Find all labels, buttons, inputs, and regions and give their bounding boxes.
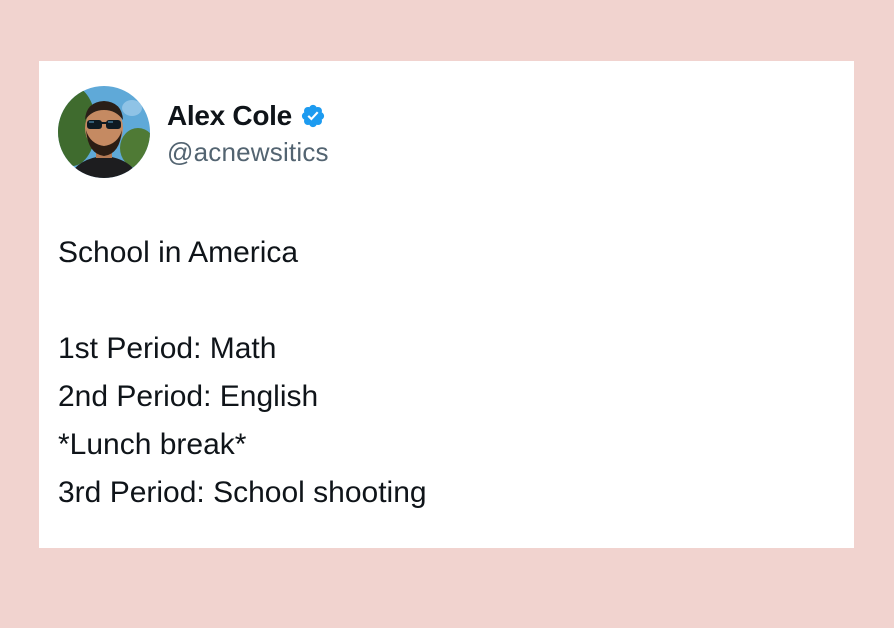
verified-badge-icon	[300, 103, 326, 129]
tweet-line: *Lunch break*	[58, 428, 247, 461]
avatar-image	[58, 86, 150, 178]
tweet-line: 3rd Period: School shooting	[58, 476, 427, 509]
tweet-text: School in America 1st Period: Math 2nd P…	[58, 229, 427, 517]
tweet-title-line: School in America	[58, 236, 299, 269]
tweet-card: Alex Cole @acnewsitics School in America…	[39, 61, 854, 548]
tweet-line: 2nd Period: English	[58, 380, 319, 413]
avatar[interactable]	[58, 86, 150, 178]
author-handle[interactable]: @acnewsitics	[167, 137, 329, 168]
tweet-line: 1st Period: Math	[58, 332, 277, 365]
tweet-header: Alex Cole @acnewsitics	[58, 86, 329, 178]
author-identity: Alex Cole @acnewsitics	[167, 97, 329, 168]
author-display-name[interactable]: Alex Cole	[167, 100, 292, 132]
name-row: Alex Cole	[167, 97, 329, 135]
